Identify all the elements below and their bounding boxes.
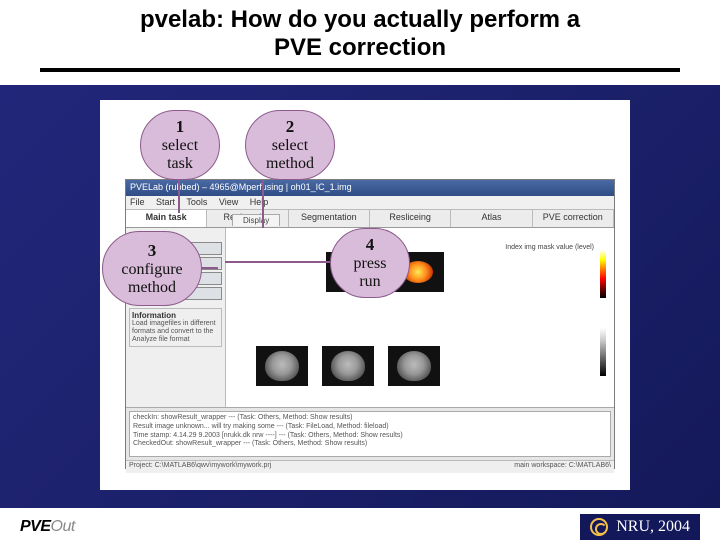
status-bar: Project: C:\MATLAB6\qwv\mywork\mywork.pr… [126,460,614,473]
status-project: Project: C:\MATLAB6\qwv\mywork\mywork.pr… [129,462,514,472]
information-box: Information Load imagefiles in different… [129,308,222,347]
log-line: checkIn: showResult_wrapper --- (Task: O… [133,414,607,423]
leader-4 [225,261,330,263]
slide-body: 1 select task 2 select method 3 configur… [0,85,720,508]
log-line: CheckedOut: showResult_wrapper --- (Task… [133,440,607,449]
title-underline [40,68,680,72]
swirl-icon [590,518,608,536]
nru-badge: NRU, 2004 [580,514,700,540]
callout-4: 4 press run [330,228,410,298]
log-line: Result image unknown... will try making … [133,423,607,432]
leader-2 [262,180,264,228]
mri-scan-2 [322,346,374,386]
callout-3: 3 configure method [102,231,202,306]
pveout-logo: PVEOut [20,518,75,536]
colorbar-mri [600,328,606,376]
menu-start[interactable]: Start [156,197,175,207]
mri-row [256,346,454,386]
status-workspace: main workspace: C:\MATLAB6\ [514,462,611,472]
menubar[interactable]: File Start Tools View Help [126,196,614,210]
slide-title: pvelab: How do you actually perform aPVE… [0,6,720,61]
window-titlebar: PVELab (rubbed) – 4965@Mperfusing | oh01… [126,180,614,196]
mri-scan-1 [256,346,308,386]
display-area: Display Index img mask value (level) [226,228,614,407]
mri-scan-3 [388,346,440,386]
tab-atlas[interactable]: Atlas [451,210,532,227]
log-box: checkIn: showResult_wrapper --- (Task: O… [129,411,611,457]
tab-resliceing[interactable]: Resliceing [370,210,451,227]
pvelab-window: PVELab (rubbed) – 4965@Mperfusing | oh01… [125,179,615,469]
nru-text: NRU, 2004 [616,518,690,536]
callout-2: 2 select method [245,110,335,180]
display-subtabs[interactable]: Display [232,216,279,225]
task-tabs[interactable]: Main task Registration Segmentation Resl… [126,210,614,228]
tab-segmentation[interactable]: Segmentation [289,210,370,227]
menu-tools[interactable]: Tools [186,197,207,207]
slide-footer: PVEOut NRU, 2004 [0,508,720,546]
menu-file[interactable]: File [130,197,145,207]
subtab-display[interactable]: Display [232,214,280,226]
colorbar-pet [600,250,606,298]
menu-help[interactable]: Help [250,197,269,207]
leader-3 [200,267,218,269]
menu-view[interactable]: View [219,197,238,207]
callout-1: 1 select task [140,110,220,180]
tab-main-task[interactable]: Main task [126,210,207,227]
tab-pve-correction[interactable]: PVE correction [533,210,614,227]
leader-1 [178,180,180,213]
colorbar-label: Index img mask value (level) [505,244,594,251]
log-line: Time stamp: 4.14.29 9.2003 [nrukk.dk nrw… [133,432,607,441]
